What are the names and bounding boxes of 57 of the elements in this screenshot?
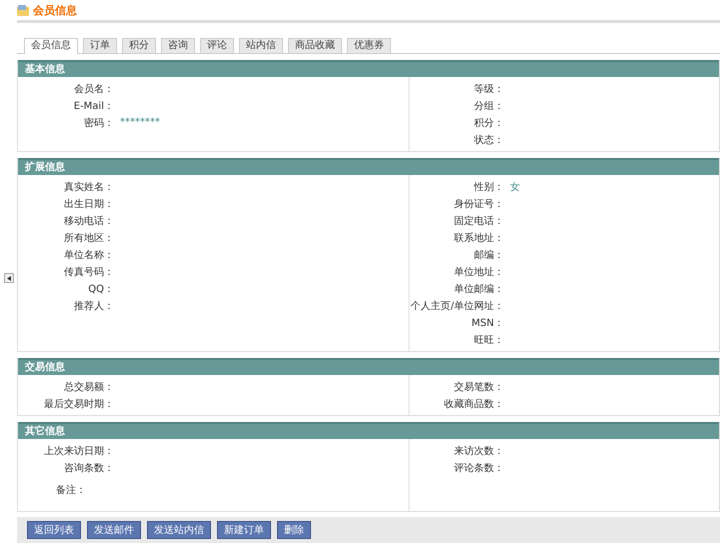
field-label: 个人主页/单位网址： <box>410 300 504 312</box>
field-label: 等级： <box>473 82 504 96</box>
tab[interactable]: 会员信息 <box>24 38 78 54</box>
field-label: 性别： <box>472 180 504 194</box>
field-label: 来访次数： <box>453 444 504 458</box>
field-label: 咨询条数： <box>63 462 114 474</box>
field-label: E-Mail： <box>72 100 114 112</box>
field-label: 传真号码： <box>63 266 114 278</box>
field-label: 移动电话： <box>63 214 114 228</box>
field-label: 出生日期： <box>63 198 114 210</box>
field-label: 身份证号： <box>453 198 504 210</box>
field-label: 分组： <box>473 100 504 112</box>
tab[interactable]: 站内信 <box>239 38 283 53</box>
field-value: 女 <box>509 180 521 194</box>
field-label: 旺旺： <box>473 334 504 346</box>
action-button[interactable]: 删除 <box>277 521 311 539</box>
field-label: 备注： <box>55 484 86 496</box>
field-label: 收藏商品数： <box>443 398 504 410</box>
field-value: ******** <box>119 117 161 128</box>
tab[interactable]: 优惠券 <box>347 38 391 53</box>
section-header: 其它信息 <box>18 422 719 439</box>
folder-icon <box>17 4 29 16</box>
field-label: QQ： <box>87 282 114 296</box>
field-label: 联系地址： <box>453 232 504 244</box>
action-button[interactable]: 新建订单 <box>217 521 271 539</box>
action-button[interactable]: 发送邮件 <box>87 521 141 539</box>
collapse-toggle[interactable] <box>4 273 14 283</box>
left-triangle-icon <box>7 276 11 280</box>
field-label: 评论条数： <box>453 462 504 474</box>
section-header: 基本信息 <box>18 60 719 77</box>
action-button[interactable]: 返回列表 <box>27 521 81 539</box>
field-label: 积分： <box>473 116 504 130</box>
field-label: 单位地址： <box>453 266 504 278</box>
action-button[interactable]: 发送站内信 <box>147 521 211 539</box>
field-label: 固定电话： <box>453 214 504 228</box>
field-label: 总交易额： <box>63 380 114 394</box>
tab[interactable]: 商品收藏 <box>288 38 342 53</box>
field-label: MSN： <box>470 316 504 330</box>
field-label: 单位名称： <box>63 248 114 262</box>
section-header: 交易信息 <box>18 358 719 375</box>
tab[interactable]: 评论 <box>200 38 234 53</box>
section-header: 扩展信息 <box>18 158 719 175</box>
field-label: 真实姓名： <box>63 180 114 194</box>
tab[interactable]: 订单 <box>83 38 117 53</box>
tab[interactable]: 积分 <box>122 38 156 53</box>
page-title: 会员信息 <box>33 2 77 18</box>
field-label: 所有地区： <box>63 232 114 244</box>
field-label: 单位邮编： <box>453 282 504 296</box>
field-label: 邮编： <box>473 248 504 262</box>
field-label: 推荐人： <box>73 300 114 312</box>
tab[interactable]: 咨询 <box>161 38 195 53</box>
field-label: 最后交易时期： <box>43 398 114 410</box>
field-label: 状态： <box>473 134 504 146</box>
field-label: 密码： <box>83 116 114 130</box>
field-label: 交易笔数： <box>453 380 504 394</box>
field-label: 会员名： <box>73 82 114 96</box>
field-label: 上次来访日期： <box>43 444 114 458</box>
